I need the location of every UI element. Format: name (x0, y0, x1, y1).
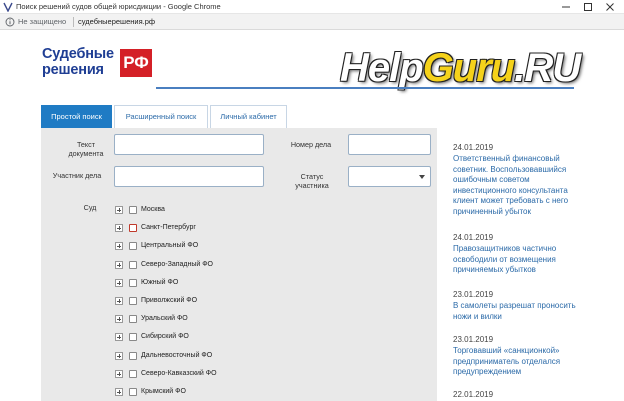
participant-label: Участник дела (52, 171, 102, 180)
news-date: 24.01.2019 (453, 143, 494, 152)
expand-plus-icon[interactable] (115, 278, 123, 287)
expand-plus-icon[interactable] (115, 315, 123, 324)
minimize-icon (562, 6, 570, 8)
tab-advanced-search[interactable]: Расширенный поиск (114, 105, 208, 129)
doc-text-label: Текст документа (60, 140, 112, 158)
court-checkbox[interactable] (129, 369, 137, 378)
court-name: Северо-Кавказский ФО (141, 369, 217, 377)
court-name: Уральский ФО (141, 315, 188, 323)
header-divider (156, 87, 574, 89)
court-checkbox[interactable] (129, 278, 137, 287)
expand-plus-icon[interactable] (115, 260, 123, 269)
court-checkbox[interactable] (129, 260, 137, 269)
minimize-button[interactable] (556, 0, 576, 14)
court-checkbox[interactable] (129, 315, 137, 324)
close-window-button[interactable] (600, 0, 620, 14)
close-icon (606, 3, 614, 11)
status-label-line1: Статус (300, 172, 324, 181)
case-number-input[interactable] (348, 134, 431, 155)
watermark-part1: Help (340, 46, 424, 90)
logo-text-line2: решения (42, 62, 104, 78)
expand-plus-icon[interactable] (115, 297, 123, 305)
window-titlebar: Поиск решений судов общей юрисдикции - G… (0, 0, 624, 14)
court-name: Северо-Западный ФО (141, 260, 214, 268)
news-date: 23.01.2019 (453, 290, 494, 299)
expand-plus-icon[interactable] (115, 388, 123, 396)
court-name: Приволжский ФО (141, 297, 198, 304)
logo-rf-badge: РФ (120, 49, 152, 77)
expand-plus-icon[interactable] (115, 224, 123, 233)
expand-plus-icon[interactable] (115, 369, 123, 378)
dropdown-arrow-icon (419, 175, 425, 179)
court-name: Центральный ФО (141, 242, 199, 250)
court-label: Суд (83, 203, 97, 212)
tab-personal-account[interactable]: Личный кабинет (210, 105, 287, 129)
watermark-part3: .RU (514, 46, 581, 90)
status-select[interactable] (348, 166, 431, 187)
window-title: Поиск решений судов общей юрисдикции - G… (16, 2, 221, 11)
doc-text-label-line2: документа (68, 149, 104, 158)
maximize-icon (584, 3, 592, 11)
doc-text-input[interactable] (114, 134, 264, 155)
court-name: Дальневосточный ФО (141, 351, 213, 359)
watermark-part2: Guru (422, 46, 516, 90)
court-name: Южный ФО (141, 278, 179, 286)
security-status: Не защищено (18, 17, 67, 26)
court-checkbox[interactable] (129, 333, 137, 342)
court-checkbox[interactable] (129, 297, 137, 305)
court-name: Сибирский ФО (141, 333, 189, 341)
court-checkbox[interactable] (129, 388, 137, 396)
court-checkbox[interactable] (129, 242, 137, 251)
status-label: Статус участника (285, 172, 339, 190)
news-date: 23.01.2019 (453, 335, 494, 344)
expand-plus-icon[interactable] (115, 333, 123, 342)
expand-plus-icon[interactable] (115, 351, 123, 360)
court-name: Санкт-Петербург (141, 224, 196, 232)
doc-text-label-line1: Текст (76, 140, 96, 149)
news-link[interactable]: Торговавший «санкционкой» предпринимател… (453, 346, 579, 378)
status-label-line2: участника (295, 181, 329, 190)
site-logo[interactable]: Судебные решения РФ (42, 47, 154, 81)
court-name: Крымский ФО (141, 388, 186, 395)
participant-input[interactable] (114, 166, 264, 187)
browser-window: Поиск решений судов общей юрисдикции - G… (0, 0, 624, 401)
news-link[interactable]: В самолеты разрешат проносить ножи и вил… (453, 301, 579, 322)
court-checkbox[interactable] (129, 224, 137, 233)
expand-plus-icon[interactable] (115, 242, 123, 251)
page-favicon-icon (3, 2, 13, 12)
maximize-button[interactable] (578, 0, 598, 14)
logo-text-line1: Судебные (42, 46, 114, 62)
case-number-label: Номер дела (290, 140, 332, 149)
court-checkbox[interactable] (129, 351, 137, 360)
news-date: 24.01.2019 (453, 233, 494, 242)
court-checkbox[interactable] (129, 206, 137, 214)
watermark-logo: HelpGuru.RU (340, 46, 581, 90)
url-text[interactable]: судебныерешения.рф (78, 16, 155, 28)
news-link[interactable]: Правозащитников частично освободили от в… (453, 244, 579, 276)
news-date: 22.01.2019 (453, 390, 494, 399)
tab-simple-search[interactable]: Простой поиск (41, 105, 112, 129)
address-separator (73, 17, 74, 27)
expand-plus-icon[interactable] (115, 206, 123, 214)
info-icon[interactable] (5, 17, 15, 27)
court-name: Москва (141, 206, 165, 213)
address-bar[interactable]: Не защищено судебныерешения.рф (0, 14, 624, 30)
news-link[interactable]: Ответственный финансовый советник. Воспо… (453, 154, 579, 217)
